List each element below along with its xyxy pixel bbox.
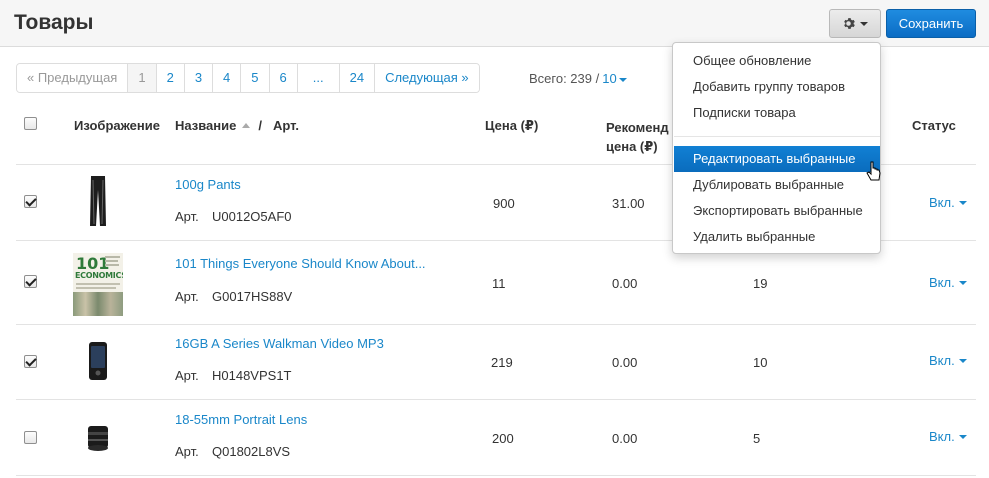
column-header-price[interactable]: Цена (₽) bbox=[485, 118, 538, 134]
menu-item-delete-selected[interactable]: Удалить выбранные bbox=[674, 224, 880, 250]
pagination-page-1[interactable]: 1 bbox=[127, 64, 156, 92]
product-art-value: U0012O5AF0 bbox=[212, 209, 292, 224]
pagination-page-2[interactable]: 2 bbox=[155, 64, 184, 92]
status-dropdown[interactable]: Вкл. bbox=[929, 353, 967, 368]
menu-divider bbox=[674, 136, 880, 137]
product-price: 900 bbox=[493, 196, 515, 211]
product-thumbnail-pants[interactable] bbox=[88, 176, 108, 231]
divider bbox=[16, 475, 976, 476]
pagination-page-4[interactable]: 4 bbox=[212, 64, 241, 92]
status-dropdown[interactable]: Вкл. bbox=[929, 275, 967, 290]
chevron-down-icon bbox=[958, 280, 967, 285]
pagination-page-24[interactable]: 24 bbox=[338, 64, 375, 92]
pagination-next[interactable]: Следующая » bbox=[374, 64, 479, 92]
product-price: 11 bbox=[492, 276, 506, 291]
product-art-label: Арт. bbox=[175, 368, 199, 383]
product-quantity: 19 bbox=[753, 276, 768, 291]
per-page-select[interactable]: 10 bbox=[602, 71, 627, 86]
divider bbox=[16, 399, 976, 400]
total-count: Всего: 239 / 10 bbox=[529, 71, 627, 86]
product-recommended-price: 31.00 bbox=[612, 196, 645, 211]
menu-item-general-update[interactable]: Общее обновление bbox=[674, 48, 880, 74]
pagination-page-6[interactable]: 6 bbox=[268, 64, 297, 92]
product-art-label: Арт. bbox=[175, 209, 199, 224]
product-art-value: G0017HS88V bbox=[212, 289, 293, 304]
row-checkbox[interactable] bbox=[24, 355, 37, 368]
product-art-value: H0148VPS1T bbox=[212, 368, 292, 383]
product-recommended-price: 0.00 bbox=[612, 355, 638, 370]
chevron-down-icon bbox=[958, 358, 967, 363]
page-title: Товары bbox=[14, 11, 94, 34]
column-header-name[interactable]: Название / bbox=[175, 118, 262, 133]
product-thumbnail-lens[interactable] bbox=[86, 424, 110, 455]
top-bar: Товары Сохранить bbox=[0, 0, 989, 47]
pagination: « Предыдущая 1 2 3 4 5 6 ... 24 Следующа… bbox=[16, 63, 480, 93]
save-button[interactable]: Сохранить bbox=[886, 9, 976, 38]
column-header-status[interactable]: Статус bbox=[912, 118, 956, 133]
product-recommended-price: 0.00 bbox=[612, 431, 638, 446]
product-name-link[interactable]: 16GB A Series Walkman Video MP3 bbox=[175, 336, 384, 351]
product-quantity: 5 bbox=[753, 431, 761, 446]
column-header-image: Изображение bbox=[74, 118, 160, 133]
pagination-page-5[interactable]: 5 bbox=[240, 64, 269, 92]
book-cover-word: ECONOMICS bbox=[75, 271, 123, 280]
product-name-link[interactable]: 100g Pants bbox=[175, 177, 241, 192]
menu-item-edit-selected[interactable]: Редактировать выбранные bbox=[674, 146, 880, 172]
product-name-link[interactable]: 18-55mm Portrait Lens bbox=[175, 412, 307, 427]
gear-icon bbox=[842, 17, 855, 30]
product-price: 219 bbox=[491, 355, 513, 370]
product-name-link[interactable]: 101 Things Everyone Should Know About... bbox=[175, 256, 426, 271]
pagination-ellipsis[interactable]: ... bbox=[296, 64, 339, 92]
sort-asc-icon bbox=[242, 123, 251, 128]
status-dropdown[interactable]: Вкл. bbox=[929, 429, 967, 444]
select-all-checkbox[interactable] bbox=[24, 117, 37, 130]
row-checkbox[interactable] bbox=[24, 275, 37, 288]
product-art-value: Q01802L8VS bbox=[212, 444, 291, 459]
status-dropdown[interactable]: Вкл. bbox=[929, 195, 967, 210]
chevron-down-icon bbox=[618, 77, 627, 82]
product-art-label: Арт. bbox=[175, 289, 199, 304]
product-art-label: Арт. bbox=[175, 444, 199, 459]
row-checkbox[interactable] bbox=[24, 431, 37, 444]
product-price: 200 bbox=[492, 431, 514, 446]
pagination-page-3[interactable]: 3 bbox=[183, 64, 213, 92]
row-checkbox[interactable] bbox=[24, 195, 37, 208]
column-header-recommended[interactable]: Рекоменд цена (₽) bbox=[606, 118, 669, 156]
menu-item-duplicate-selected[interactable]: Дублировать выбранные bbox=[674, 172, 880, 198]
bulk-actions-menu: Общее обновление Добавить группу товаров… bbox=[672, 42, 881, 254]
column-header-art[interactable]: Арт. bbox=[273, 118, 299, 133]
settings-dropdown-button[interactable] bbox=[829, 9, 881, 38]
mouse-cursor-icon bbox=[866, 161, 882, 186]
product-thumbnail-mp3[interactable] bbox=[88, 342, 108, 385]
total-label: Всего: 239 / bbox=[529, 71, 600, 86]
pagination-prev[interactable]: « Предыдущая bbox=[17, 64, 128, 92]
product-recommended-price: 0.00 bbox=[612, 276, 638, 291]
menu-item-add-product-group[interactable]: Добавить группу товаров bbox=[674, 74, 880, 100]
menu-item-product-subscriptions[interactable]: Подписки товара bbox=[674, 100, 880, 126]
product-thumbnail-book[interactable]: 101 ECONOMICS bbox=[73, 253, 123, 316]
menu-item-export-selected[interactable]: Экспортировать выбранные bbox=[674, 198, 880, 224]
divider bbox=[16, 324, 976, 325]
chevron-down-icon bbox=[860, 21, 868, 26]
chevron-down-icon bbox=[958, 434, 967, 439]
product-quantity: 10 bbox=[753, 355, 768, 370]
chevron-down-icon bbox=[958, 200, 967, 205]
